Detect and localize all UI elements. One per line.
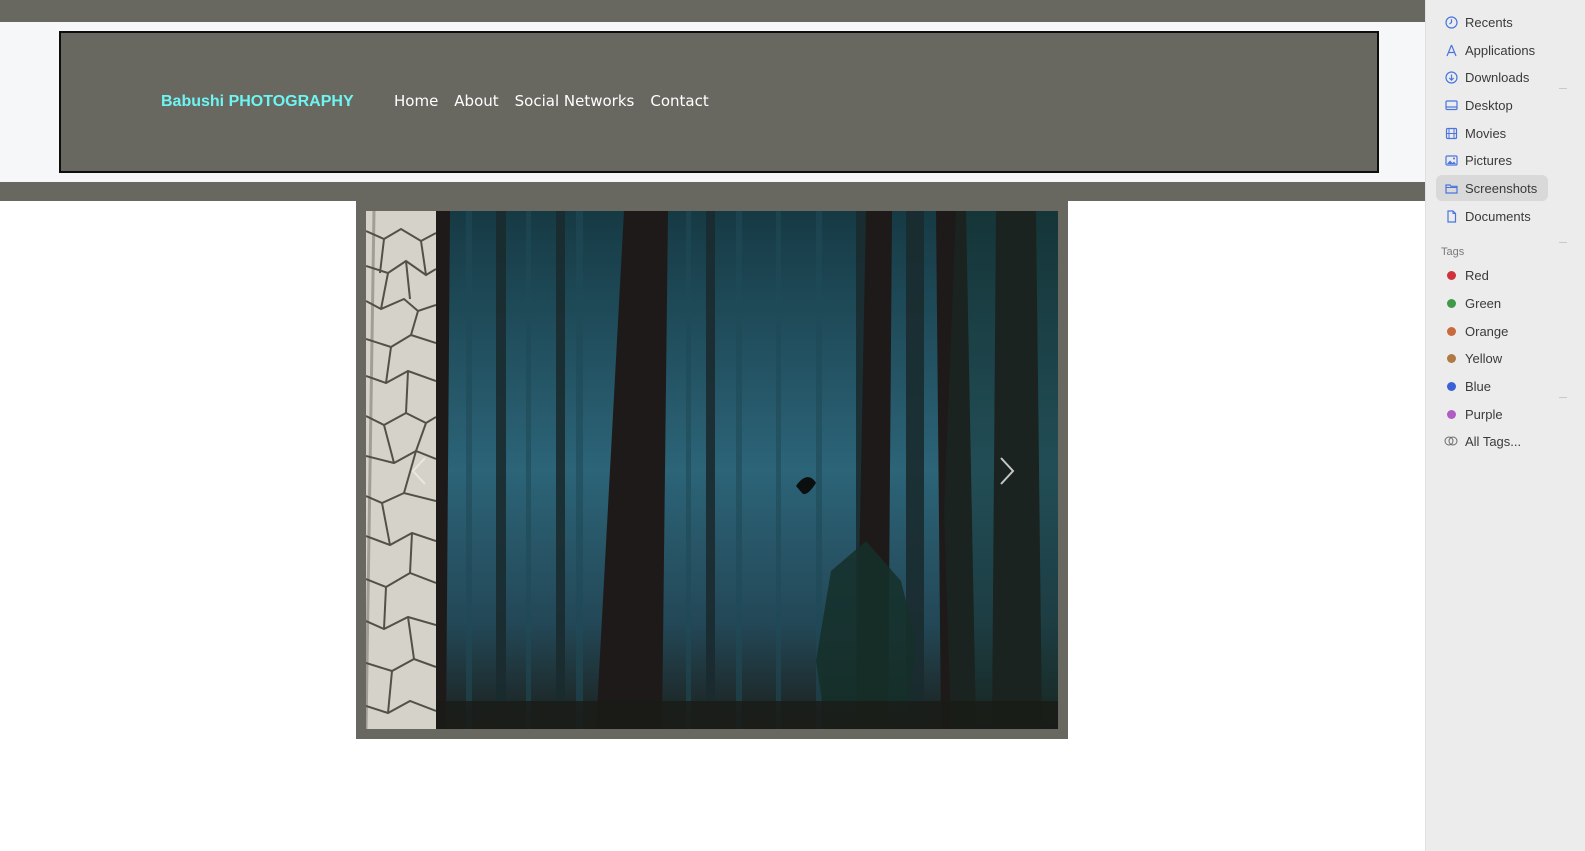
sidebar-item-documents[interactable]: Documents bbox=[1436, 203, 1548, 229]
screen: Babushi PHOTOGRAPHY Home About Social Ne… bbox=[0, 0, 1585, 851]
download-icon bbox=[1444, 70, 1458, 84]
tag-dot bbox=[1446, 381, 1456, 391]
sidebar-item-downloads[interactable]: Downloads bbox=[1436, 64, 1548, 90]
tag-dot bbox=[1446, 353, 1456, 363]
nav-links: Home About Social Networks Contact bbox=[394, 92, 709, 110]
sidebar-item-label: Documents bbox=[1465, 208, 1531, 224]
folder-icon bbox=[1444, 181, 1458, 195]
all-tags-icon bbox=[1444, 434, 1458, 448]
nav-social-networks-link[interactable]: Social Networks bbox=[515, 92, 635, 110]
tag-label: Blue bbox=[1465, 378, 1492, 394]
photo-carousel bbox=[356, 201, 1068, 739]
window-edge-mark bbox=[1559, 242, 1567, 243]
tag-label: Red bbox=[1465, 267, 1489, 283]
tag-dot bbox=[1446, 298, 1456, 308]
chevron-left-icon bbox=[411, 457, 426, 485]
sidebar-item-label: Desktop bbox=[1465, 97, 1513, 113]
tag-item-purple[interactable]: Purple bbox=[1436, 401, 1548, 427]
carousel-prev-button[interactable] bbox=[404, 451, 434, 491]
tag-label: Purple bbox=[1465, 406, 1503, 422]
tag-item-all-tags[interactable]: All Tags... bbox=[1436, 428, 1548, 454]
applications-icon bbox=[1444, 43, 1458, 57]
carousel-next-button[interactable] bbox=[992, 451, 1022, 491]
tag-label: Yellow bbox=[1465, 350, 1503, 366]
finder-sidebar: Recents Applications Downloads Desktop M… bbox=[1425, 0, 1585, 851]
tag-label: Green bbox=[1465, 295, 1502, 311]
chevron-right-icon bbox=[1000, 457, 1015, 485]
nav-about-link[interactable]: About bbox=[454, 92, 498, 110]
tags-section-title: Tags bbox=[1441, 246, 1465, 258]
window-edge-mark bbox=[1559, 397, 1567, 398]
nav-contact-link[interactable]: Contact bbox=[650, 92, 708, 110]
tag-dot bbox=[1446, 409, 1456, 419]
forest-image bbox=[436, 211, 1058, 729]
carousel-slides bbox=[366, 211, 1058, 729]
orange-tag-icon bbox=[1444, 324, 1458, 338]
desktop-icon bbox=[1444, 98, 1458, 112]
web-page: Babushi PHOTOGRAPHY Home About Social Ne… bbox=[0, 0, 1440, 851]
yellow-tag-icon bbox=[1444, 351, 1458, 365]
sidebar-item-desktop[interactable]: Desktop bbox=[1436, 92, 1548, 118]
sidebar-item-label: Recents bbox=[1465, 14, 1513, 30]
sidebar-item-label: Movies bbox=[1465, 125, 1507, 141]
sidebar-item-recents[interactable]: Recents bbox=[1436, 9, 1548, 35]
tag-item-red[interactable]: Red bbox=[1436, 262, 1548, 288]
purple-tag-icon bbox=[1444, 407, 1458, 421]
sidebar-item-screenshots[interactable]: Screenshots bbox=[1436, 175, 1548, 201]
nav-home-link[interactable]: Home bbox=[394, 92, 438, 110]
tag-label: Orange bbox=[1465, 323, 1509, 339]
tag-dot bbox=[1446, 326, 1456, 336]
tag-dot bbox=[1446, 270, 1456, 280]
sidebar-item-label: Downloads bbox=[1465, 69, 1530, 85]
tag-item-orange[interactable]: Orange bbox=[1436, 318, 1548, 344]
tag-item-blue[interactable]: Blue bbox=[1436, 373, 1548, 399]
navbar: Babushi PHOTOGRAPHY Home About Social Ne… bbox=[59, 31, 1379, 173]
forest-photo bbox=[436, 211, 1058, 729]
sidebar-item-label: Screenshots bbox=[1465, 180, 1538, 196]
tag-item-yellow[interactable]: Yellow bbox=[1436, 345, 1548, 371]
header-bottom-strip bbox=[0, 182, 1440, 201]
site-brand[interactable]: Babushi PHOTOGRAPHY bbox=[161, 93, 354, 111]
tag-label: All Tags... bbox=[1465, 433, 1522, 449]
sidebar-item-label: Pictures bbox=[1465, 152, 1512, 168]
sidebar-item-applications[interactable]: Applications bbox=[1436, 37, 1548, 63]
sidebar-item-movies[interactable]: Movies bbox=[1436, 120, 1548, 146]
clock-icon bbox=[1444, 15, 1458, 29]
window-edge-mark bbox=[1559, 88, 1567, 89]
sidebar-item-label: Applications bbox=[1465, 42, 1536, 58]
tag-item-green[interactable]: Green bbox=[1436, 290, 1548, 316]
photo-icon bbox=[1444, 153, 1458, 167]
document-icon bbox=[1444, 209, 1458, 223]
film-icon bbox=[1444, 126, 1458, 140]
sidebar-item-pictures[interactable]: Pictures bbox=[1436, 147, 1548, 173]
top-strip bbox=[0, 0, 1440, 22]
red-tag-icon bbox=[1444, 268, 1458, 282]
blue-tag-icon bbox=[1444, 379, 1458, 393]
green-tag-icon bbox=[1444, 296, 1458, 310]
